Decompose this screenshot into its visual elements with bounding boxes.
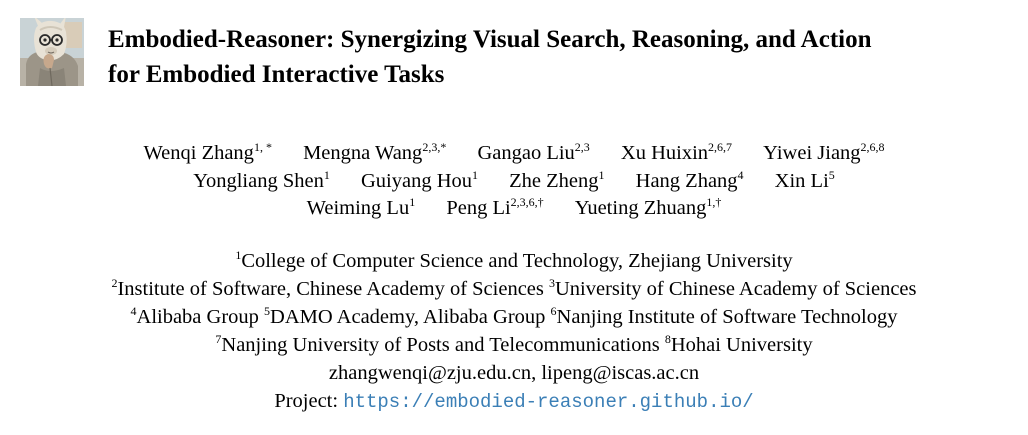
author-peng-li: Peng Li2,3,6,†: [446, 195, 544, 219]
author-affil-marker: 4: [737, 167, 744, 182]
affiliation-ucas: University of Chinese Academy of Science…: [555, 278, 917, 300]
affiliation-line-4: 7Nanjing University of Posts and Telecom…: [0, 331, 1028, 359]
author-affil-marker: 1, *: [253, 140, 272, 154]
author-affil-marker: 1: [409, 195, 416, 209]
author-affil-marker: 1: [598, 167, 605, 182]
affiliation-line-1: 1College of Computer Science and Technol…: [0, 247, 1028, 275]
author-affil-marker: 1: [323, 167, 330, 182]
project-line: Project: https://embodied-reasoner.githu…: [0, 387, 1028, 416]
affiliation-alibaba: Alibaba Group: [136, 306, 265, 328]
affiliation-damo: DAMO Academy, Alibaba Group: [270, 306, 551, 328]
author-yongliang-shen: Yongliang Shen1: [193, 167, 330, 192]
author-affil-marker: 2,3: [574, 140, 590, 154]
project-link[interactable]: https://embodied-reasoner.github.io/: [343, 391, 753, 413]
author-affil-marker: 2,3,6,†: [510, 195, 544, 209]
author-wenqi-zhang: Wenqi Zhang1, *: [143, 140, 272, 164]
author-yiwei-jiang: Yiwei Jiang2,6,8: [763, 140, 885, 164]
affiliation-list: 1College of Computer Science and Technol…: [0, 247, 1028, 416]
affiliation-iscas: Institute of Software, Chinese Academy o…: [117, 278, 549, 300]
affiliation-nist: Nanjing Institute of Software Technology: [556, 306, 898, 328]
affiliation-line-3: 4Alibaba Group 5DAMO Academy, Alibaba Gr…: [0, 303, 1028, 331]
author-line-1: Wenqi Zhang1, * Mengna Wang2,3,* Gangao …: [0, 140, 1028, 168]
author-list: Wenqi Zhang1, * Mengna Wang2,3,* Gangao …: [0, 140, 1028, 223]
project-label: Project:: [274, 390, 344, 412]
paper-title: Embodied-Reasoner: Synergizing Visual Se…: [108, 22, 1008, 92]
author-guiyang-hou: Guiyang Hou1: [360, 167, 479, 192]
author-mengna-wang: Mengna Wang2,3,*: [303, 140, 447, 164]
author-affil-marker: 2,6,8: [860, 140, 885, 154]
affiliation-hohai: Hohai University: [670, 334, 813, 356]
author-line-2: Yongliang Shen1 Guiyang Hou1 Zhe Zheng1 …: [0, 168, 1028, 196]
alpaca-thinking-logo-icon: [20, 18, 84, 86]
author-affil-marker: 2,6,7: [708, 140, 733, 154]
author-affil-marker: 5: [828, 167, 835, 182]
author-xin-li: Xin Li5: [774, 167, 835, 192]
author-line-3: Weiming Lu1 Peng Li2,3,6,† Yueting Zhuan…: [0, 195, 1028, 223]
author-yueting-zhuang: Yueting Zhuang1,†: [574, 195, 722, 219]
author-affil-marker: 2,3,*: [422, 140, 447, 154]
author-gangao-liu: Gangao Liu2,3: [477, 140, 590, 164]
author-xu-huixin: Xu Huixin2,6,7: [620, 140, 733, 164]
author-weiming-lu: Weiming Lu1: [306, 195, 416, 219]
contact-emails: zhangwenqi@zju.edu.cn, lipeng@iscas.ac.c…: [328, 362, 700, 384]
affiliation-njupt: Nanjing University of Posts and Telecomm…: [221, 334, 665, 356]
author-hang-zhang: Hang Zhang4: [635, 167, 744, 192]
affiliation-line-2: 2Institute of Software, Chinese Academy …: [0, 275, 1028, 303]
author-affil-marker: 1: [472, 167, 479, 182]
paper-header: Embodied-Reasoner: Synergizing Visual Se…: [20, 18, 1010, 90]
title-line-1: Embodied-Reasoner: Synergizing Visual Se…: [108, 26, 872, 53]
affiliation-zju: College of Computer Science and Technolo…: [241, 250, 793, 272]
title-line-2: for Embodied Interactive Tasks: [108, 61, 445, 88]
author-affil-marker: 1,†: [706, 195, 722, 209]
author-zhe-zheng: Zhe Zheng1: [509, 167, 605, 192]
